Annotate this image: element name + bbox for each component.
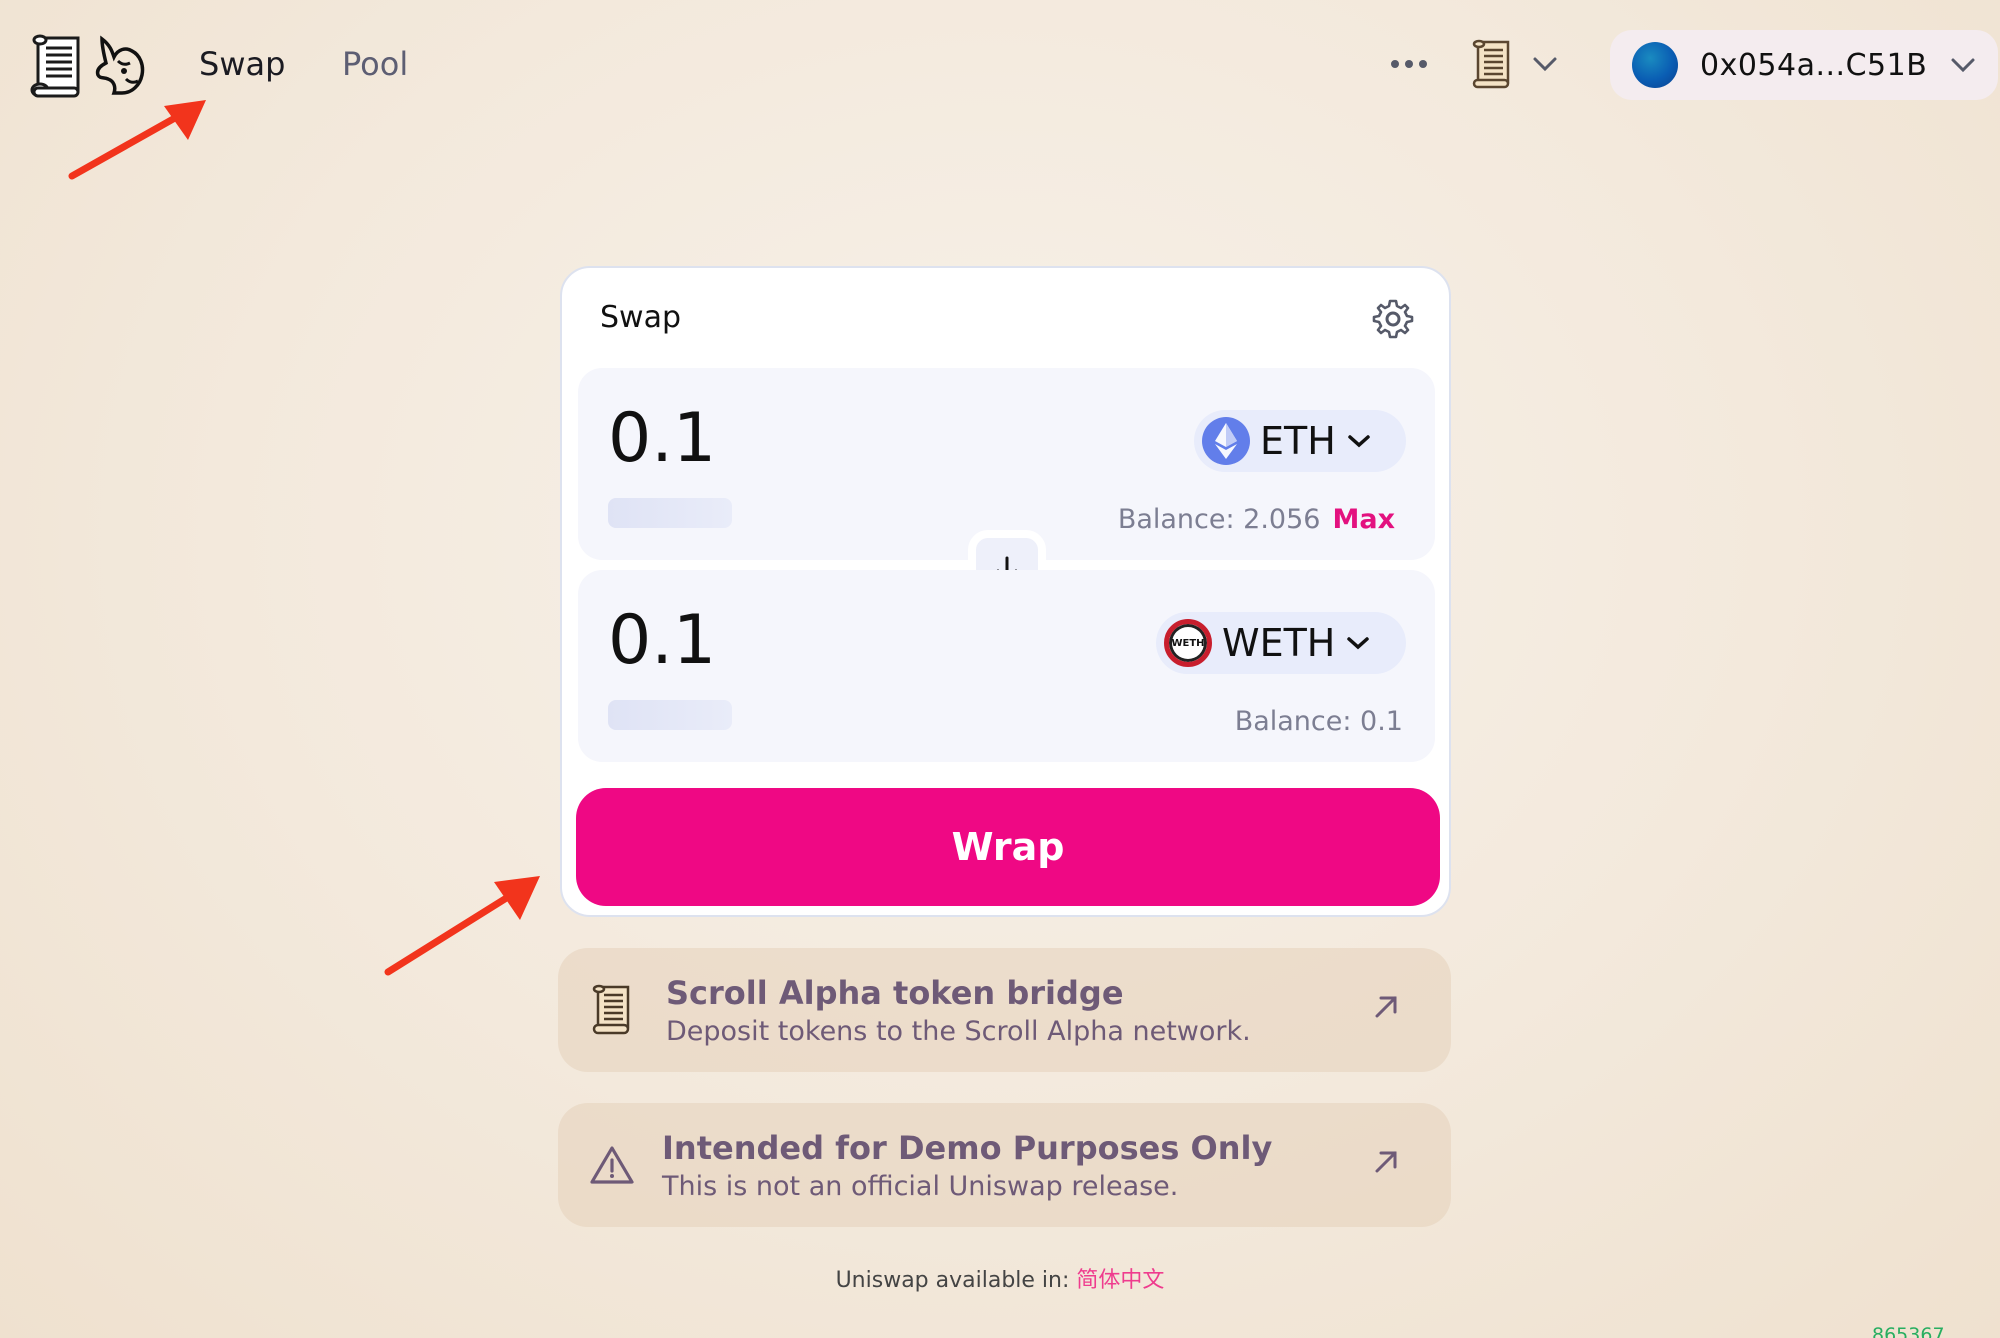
ellipsis-icon	[1391, 60, 1399, 68]
avatar	[1632, 42, 1678, 88]
bridge-banner-subtitle: Deposit tokens to the Scroll Alpha netwo…	[666, 1016, 1251, 1047]
wallet-account-button[interactable]: 0x054a...C51B	[1610, 30, 1998, 100]
app-logo[interactable]	[28, 32, 148, 100]
network-selector-button[interactable]	[1470, 36, 1580, 92]
external-link-arrow-icon	[1375, 1151, 1397, 1173]
scroll-logo-icon	[30, 34, 80, 98]
wrap-button[interactable]: Wrap	[576, 788, 1440, 906]
weth-token-icon: WETH	[1164, 619, 1212, 667]
annotation-arrow	[68, 100, 206, 180]
annotation-arrow	[384, 876, 540, 976]
demo-warning-banner-link[interactable]: Intended for Demo Purposes Only This is …	[558, 1103, 1451, 1227]
buy-token-symbol: WETH	[1222, 621, 1336, 665]
sell-token-symbol: ETH	[1260, 419, 1336, 463]
sell-token-selector[interactable]: ETH	[1194, 410, 1406, 472]
swap-card-title: Swap	[600, 300, 682, 335]
more-menu-button[interactable]	[1384, 44, 1434, 84]
bridge-banner-title: Scroll Alpha token bridge	[666, 974, 1124, 1012]
buy-token-selector[interactable]: WETH WETH	[1156, 612, 1406, 674]
sell-balance-row: Balance: 2.056 Max	[1118, 504, 1395, 535]
top-nav-bar: Swap Pool 0x054a...C51B	[0, 0, 2000, 130]
wallet-address: 0x054a...C51B	[1700, 47, 1928, 83]
chevron-down-icon	[1533, 57, 1557, 72]
language-availability: Uniswap available in: 简体中文	[0, 1262, 2000, 1294]
buy-amount-input[interactable]	[608, 600, 1028, 680]
swap-output-panel: WETH WETH Balance: 0.1	[578, 570, 1435, 762]
scroll-network-icon	[1472, 39, 1510, 89]
buy-balance-row: Balance: 0.1	[1235, 706, 1403, 737]
usd-value-placeholder	[608, 700, 732, 730]
language-link-zh[interactable]: 简体中文	[1076, 1268, 1164, 1293]
nav-swap-link[interactable]: Swap	[199, 44, 285, 84]
max-button[interactable]: Max	[1332, 504, 1395, 535]
warning-triangle-icon	[584, 1137, 640, 1193]
eth-token-icon	[1202, 417, 1250, 465]
sell-balance-label: Balance: 2.056	[1117, 504, 1321, 535]
nav-pool-link[interactable]: Pool	[342, 44, 408, 84]
demo-banner-subtitle: This is not an official Uniswap release.	[662, 1171, 1179, 1202]
language-prefix: Uniswap available in:	[835, 1268, 1077, 1293]
buy-balance-label: Balance: 0.1	[1234, 706, 1403, 737]
unicorn-logo-icon	[95, 35, 145, 95]
bridge-banner-link[interactable]: Scroll Alpha token bridge Deposit tokens…	[558, 948, 1451, 1072]
swap-card: Swap ETH Balance: 2.056 Max	[560, 266, 1451, 917]
sell-amount-input[interactable]	[608, 398, 1028, 478]
settings-gear-icon[interactable]	[1372, 298, 1414, 340]
scroll-logo-icon	[584, 982, 640, 1038]
demo-banner-title: Intended for Demo Purposes Only	[662, 1129, 1273, 1167]
chevron-down-icon	[1347, 637, 1370, 650]
external-link-arrow-icon	[1375, 996, 1397, 1018]
block-number-indicator[interactable]: 865367	[1872, 1324, 1945, 1338]
chevron-down-icon	[1348, 435, 1370, 448]
usd-value-placeholder	[608, 498, 732, 528]
chevron-down-icon	[1951, 58, 1975, 73]
